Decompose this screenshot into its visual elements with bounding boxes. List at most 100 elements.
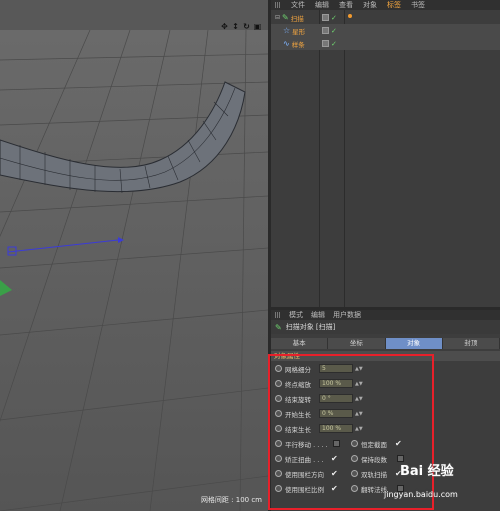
menu-view[interactable]: 查看 <box>339 0 353 10</box>
tab-basic[interactable]: 基本 <box>271 338 329 349</box>
attr-label: 使用围栏方向 <box>285 470 324 479</box>
animate-radio[interactable] <box>275 365 282 372</box>
menu-mode[interactable]: 模式 <box>289 310 303 320</box>
object-name[interactable]: 扫描 <box>291 13 304 23</box>
object-row-star[interactable]: ☆ 星形 ✓ <box>271 24 500 37</box>
checkmark-icon[interactable]: ✔ <box>331 484 338 493</box>
attr-label: 结束生长 <box>285 425 311 434</box>
attr-row: 结束旋转 0 ° ▲▼ <box>271 391 500 406</box>
menu-tags[interactable]: 标签 <box>387 0 401 10</box>
animate-radio[interactable] <box>275 410 282 417</box>
watermark-url: jingyan.baidu.com <box>384 490 458 499</box>
spinner-icon[interactable]: ▲▼ <box>355 366 363 372</box>
checkmark-icon[interactable]: ✔ <box>331 469 338 478</box>
parallel-move-checkbox[interactable] <box>333 440 340 447</box>
attr-label: 结束旋转 <box>285 395 311 404</box>
spline-icon: ∿ <box>283 39 290 48</box>
animate-radio[interactable] <box>351 440 358 447</box>
spinner-icon[interactable]: ▲▼ <box>355 381 363 387</box>
grip-icon[interactable] <box>275 2 281 8</box>
watermark-logo: Bai 经验 <box>400 464 454 479</box>
animate-radio[interactable] <box>275 425 282 432</box>
attr-row: 网格细分 5 ▲▼ <box>271 361 500 376</box>
sweep-icon: ✎ <box>275 322 282 332</box>
attr-checkbox-row: 平行移动 . . . . 恒定截面 ✔ <box>271 436 500 451</box>
animate-radio[interactable] <box>275 395 282 402</box>
object-manager-menubar: 文件 编辑 查看 对象 标签 书签 <box>271 0 500 10</box>
checkmark-icon[interactable]: ✔ <box>395 439 402 448</box>
3d-viewport[interactable]: ✥ ↕ ↻ ▣ 网格间距 : 100 cm <box>0 0 268 511</box>
object-title-bar: ✎ 扫描对象 [扫描] <box>271 320 500 334</box>
maximize-view-icon[interactable]: ▣ <box>253 22 262 31</box>
attr-checkbox-row: 矫正扭曲 . . . ✔ 保持段数 <box>271 451 500 466</box>
zoom-view-icon[interactable]: ↕ <box>231 22 240 31</box>
menu-object[interactable]: 对象 <box>363 0 377 10</box>
spinner-icon[interactable]: ▲▼ <box>355 426 363 432</box>
attr-label: 开始生长 <box>285 410 311 419</box>
attr-label: 矫正扭曲 . . . <box>285 455 324 464</box>
section-header: 对象属性 <box>271 351 500 361</box>
attr-label: 网格细分 <box>285 365 311 374</box>
menu-bookmarks[interactable]: 书签 <box>411 0 425 10</box>
viewport-scene <box>0 0 268 511</box>
tab-object[interactable]: 对象 <box>385 338 443 349</box>
object-title: 扫描对象 [扫描] <box>285 323 336 331</box>
object-row-spline[interactable]: ∿ 样条 ✓ <box>271 37 500 50</box>
menu-file[interactable]: 文件 <box>291 0 305 10</box>
rotate-view-icon[interactable]: ↻ <box>242 22 251 31</box>
visibility-flag[interactable] <box>322 27 329 34</box>
attr-label: 终点缩放 <box>285 380 311 389</box>
attr-label: 恒定截面 <box>361 440 387 449</box>
animate-radio[interactable] <box>351 470 358 477</box>
attr-row: 开始生长 0 % ▲▼ <box>271 406 500 421</box>
enabled-check-icon[interactable]: ✓ <box>331 27 337 35</box>
move-view-icon[interactable]: ✥ <box>220 22 229 31</box>
attr-value-field[interactable]: 100 % <box>319 379 353 388</box>
enabled-check-icon[interactable]: ✓ <box>331 14 337 22</box>
collapse-icon[interactable]: ⊟ <box>275 14 280 21</box>
object-name[interactable]: 样条 <box>292 39 305 49</box>
column-separator <box>344 10 345 307</box>
grip-icon[interactable] <box>275 312 281 318</box>
enabled-check-icon[interactable]: ✓ <box>331 40 337 48</box>
animate-radio[interactable] <box>351 485 358 492</box>
spinner-icon[interactable]: ▲▼ <box>355 396 363 402</box>
viewport-nav-toolbar: ✥ ↕ ↻ ▣ <box>220 22 262 31</box>
attributes-manager: 模式 编辑 用户数据 ✎ 扫描对象 [扫描] 基本 坐标 对象 封顶 对象属性 … <box>271 310 500 511</box>
tab-caps[interactable]: 封顶 <box>442 338 500 349</box>
attr-label: 双轨扫描 <box>361 470 387 479</box>
attr-label: 平行移动 . . . . <box>285 440 328 449</box>
animate-radio[interactable] <box>275 455 282 462</box>
animate-radio[interactable] <box>275 485 282 492</box>
column-separator <box>319 10 320 307</box>
animate-radio[interactable] <box>275 470 282 477</box>
attr-value-field[interactable]: 0 % <box>319 409 353 418</box>
star-spline-icon: ☆ <box>283 26 291 35</box>
animate-radio[interactable] <box>275 380 282 387</box>
object-manager: 文件 编辑 查看 对象 标签 书签 ⊟ ✎ 扫描 ✓ ☆ 星形 ✓ ∿ 样条 ✓ <box>271 0 500 307</box>
checkmark-icon[interactable]: ✔ <box>331 454 338 463</box>
attr-label: 保持段数 <box>361 455 387 464</box>
animate-radio[interactable] <box>275 440 282 447</box>
phong-tag-icon[interactable] <box>348 14 352 18</box>
attr-value-field[interactable]: 0 ° <box>319 394 353 403</box>
sweep-icon: ✎ <box>282 13 289 22</box>
object-row-sweep[interactable]: ⊟ ✎ 扫描 ✓ <box>271 11 500 24</box>
attr-row: 结束生长 100 % ▲▼ <box>271 421 500 436</box>
menu-edit[interactable]: 编辑 <box>311 310 325 320</box>
menu-user-data[interactable]: 用户数据 <box>333 310 361 320</box>
attr-checkbox-row: 使用围栏方向 ✔ 双轨扫描 ✔ <box>271 466 500 481</box>
grid-spacing-label: 网格间距 : 100 cm <box>200 496 262 504</box>
menu-edit[interactable]: 编辑 <box>315 0 329 10</box>
visibility-flag[interactable] <box>322 40 329 47</box>
tab-coord[interactable]: 坐标 <box>328 338 386 349</box>
attr-value-field[interactable]: 100 % <box>319 424 353 433</box>
attribute-tabs: 基本 坐标 对象 封顶 <box>271 338 500 349</box>
spinner-icon[interactable]: ▲▼ <box>355 411 363 417</box>
attr-row: 终点缩放 100 % ▲▼ <box>271 376 500 391</box>
attr-value-field[interactable]: 5 <box>319 364 353 373</box>
object-name[interactable]: 星形 <box>292 26 305 36</box>
animate-radio[interactable] <box>351 455 358 462</box>
visibility-flag[interactable] <box>322 14 329 21</box>
object-tree: ⊟ ✎ 扫描 ✓ ☆ 星形 ✓ ∿ 样条 ✓ <box>271 11 500 50</box>
